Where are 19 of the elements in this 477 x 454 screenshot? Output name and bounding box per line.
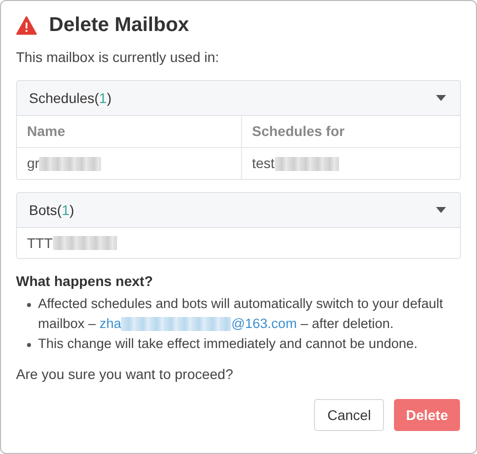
column-header: Name	[26, 122, 66, 141]
dialog-title: Delete Mailbox	[49, 13, 190, 38]
caret-icon	[436, 207, 446, 213]
intro-text: This mailbox is currently used in:	[16, 48, 220, 67]
table-cell: test	[241, 148, 460, 179]
table-cell: gr	[17, 148, 241, 179]
bullet-text: This change will take effect immediately and cannot be undone.	[38, 335, 418, 353]
bullet-icon	[27, 343, 31, 347]
section-heading: What happens next?	[16, 272, 154, 291]
bullet-icon	[27, 303, 31, 307]
section-header[interactable]: Schedules(1)	[17, 81, 460, 115]
bullet-text: Affected schedules and bots will automatically switch to your default mailbox – zha @163.com – after deletion.	[38, 295, 444, 334]
warning-icon	[16, 16, 37, 34]
confirm-question: Are you sure you want to proceed?	[16, 365, 234, 384]
section-header[interactable]: Bots(1)	[17, 193, 460, 227]
cancel-button[interactable]: Cancel	[314, 399, 384, 431]
list-item: TTT	[17, 228, 460, 258]
caret-icon	[436, 95, 446, 101]
column-header: Schedules for	[241, 116, 460, 147]
